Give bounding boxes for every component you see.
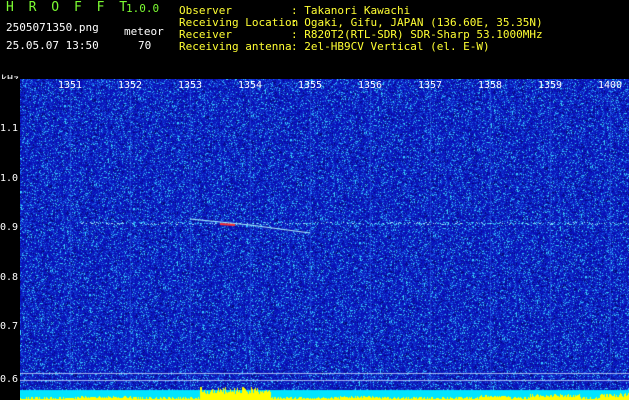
app-logo: H R O F F T bbox=[6, 0, 131, 15]
date-time: 25.05.07 13:50 bbox=[6, 39, 99, 52]
x-tick-label: 1355 bbox=[298, 80, 323, 91]
y-tick-label: 1.1 bbox=[0, 123, 19, 134]
y-tick-label: 1.0 bbox=[0, 173, 19, 184]
header-panel: H R O F F T 1.0.0 2505071350.png meteor … bbox=[0, 0, 629, 85]
y-axis: 1.1 1.0 0.9 0.8 0.7 0.6 bbox=[0, 79, 20, 400]
y-tick-label: 0.8 bbox=[0, 272, 19, 283]
y-tick-label: 0.6 bbox=[0, 374, 19, 385]
x-tick-label: 1352 bbox=[118, 80, 143, 91]
x-tick-label: 1354 bbox=[238, 80, 263, 91]
x-tick-label: 1358 bbox=[478, 80, 503, 91]
y-tick-label: 0.7 bbox=[0, 321, 19, 332]
x-tick-label: 1400 bbox=[598, 80, 623, 91]
x-tick-label: 1356 bbox=[358, 80, 383, 91]
x-tick-label: 1351 bbox=[58, 80, 83, 91]
x-tick-label: 1357 bbox=[418, 80, 443, 91]
meteor-label: meteor bbox=[124, 25, 164, 38]
file-name: 2505071350.png bbox=[6, 21, 99, 34]
spectrogram-plot bbox=[20, 79, 629, 400]
app-version: 1.0.0 bbox=[126, 2, 160, 15]
info-value-antenna: : 2el-HB9CV Vertical (el. E-W) bbox=[291, 40, 490, 53]
info-label-antenna: Receiving antenna bbox=[179, 40, 292, 53]
y-tick-label: 0.9 bbox=[0, 222, 19, 233]
meteor-count: 70 bbox=[138, 39, 152, 52]
x-tick-label: 1359 bbox=[538, 80, 563, 91]
x-tick-label: 1353 bbox=[178, 80, 203, 91]
